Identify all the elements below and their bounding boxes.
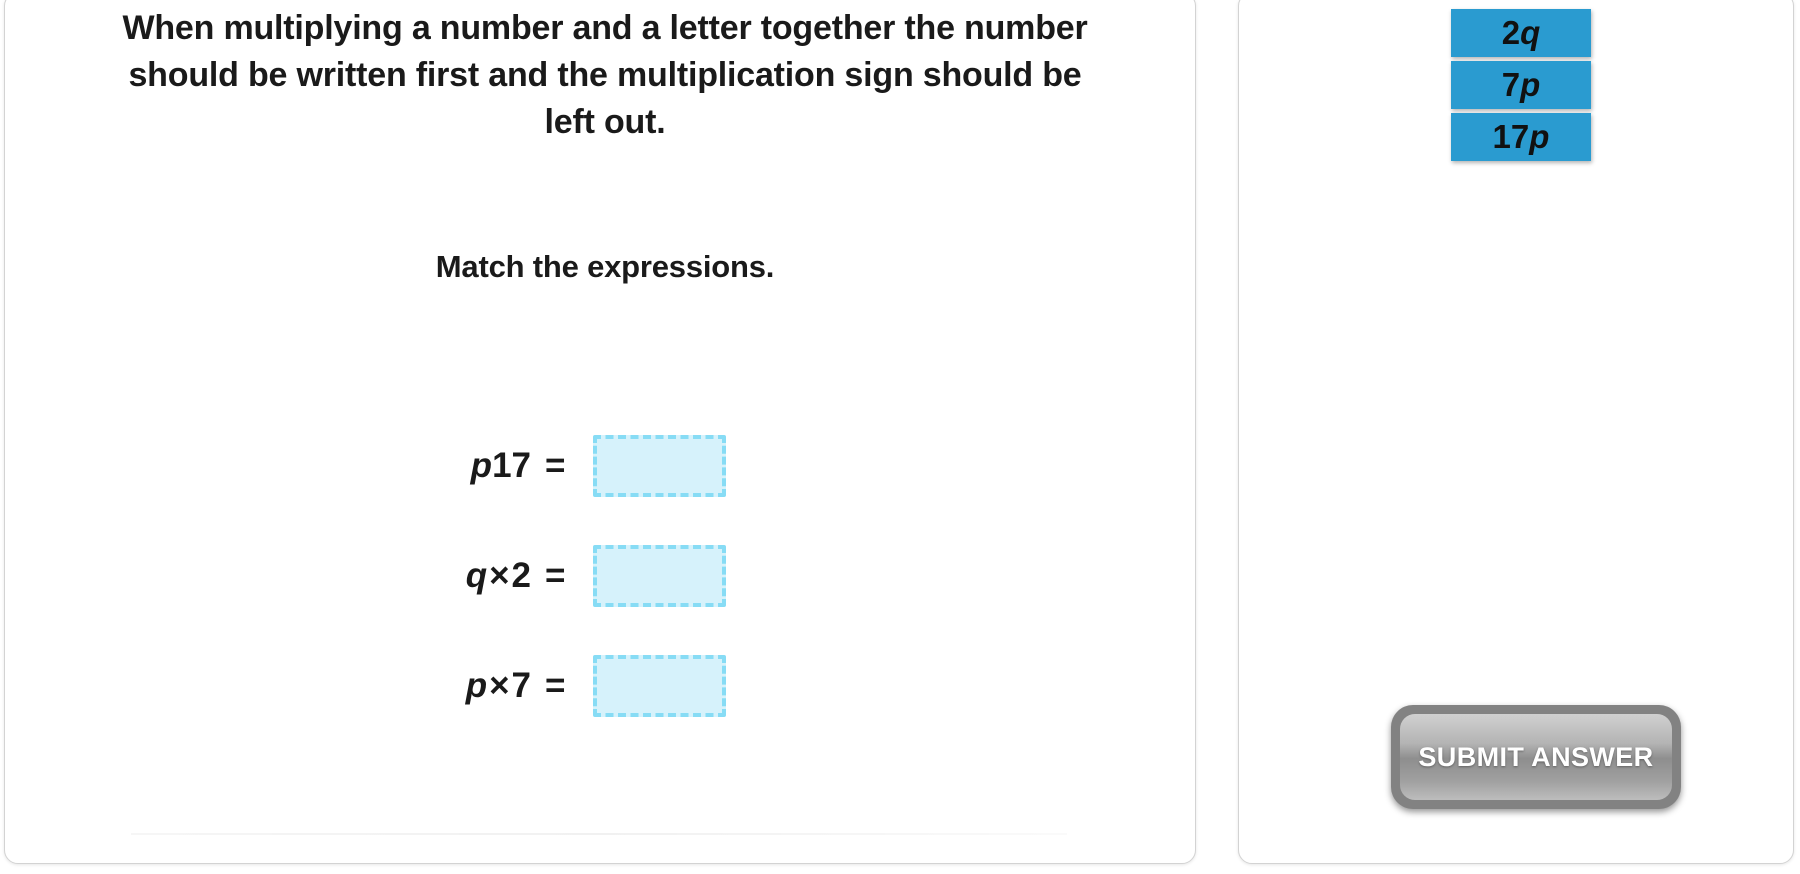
expression-row: q×2 = [5,521,1195,631]
tile-number: 17 [1492,118,1530,155]
match-prompt-text: Match the expressions. [435,249,775,284]
panel-divider [131,833,1067,835]
expression-list: p17 = q×2 = p×7 = [5,411,1195,741]
draggable-tile-7p[interactable]: 7p [1451,61,1591,109]
equals-sign: = [545,446,566,485]
dropzone-row-2[interactable] [593,545,727,607]
answer-panel: 2q 7p 17p SUBMIT ANSWER [1238,0,1794,864]
draggable-tile-17p[interactable]: 17p [1451,113,1591,161]
multiplication-sign: × [489,666,510,705]
submit-answer-button[interactable]: SUBMIT ANSWER [1391,705,1681,809]
expression-number: 2 [511,556,531,595]
activity-screen: When multiplying a number and a letter t… [0,0,1800,874]
instruction-text: When multiplying a number and a letter t… [122,9,1088,141]
expression-label: p×7 [395,666,545,706]
tile-variable: q [1520,14,1541,51]
expression-label: p17 [395,446,545,486]
expression-row: p17 = [5,411,1195,521]
expression-number: 17 [492,446,531,485]
equals-sign: = [545,556,566,595]
expression-label: q×2 [395,556,545,596]
expression-row: p×7 = [5,631,1195,741]
tile-variable: p [1520,66,1541,103]
equals-sign: = [545,666,566,705]
submit-answer-label: SUBMIT ANSWER [1418,741,1654,772]
question-panel: When multiplying a number and a letter t… [4,0,1196,864]
tile-variable: p [1529,118,1550,155]
dropzone-row-3[interactable] [593,655,727,717]
expression-number: 7 [511,666,531,705]
expression-variable: p [470,446,493,485]
dropzone-row-1[interactable] [593,435,727,497]
tile-number: 7 [1501,66,1521,103]
multiplication-sign: × [489,556,510,595]
answer-tile-tray: 2q 7p 17p [1451,9,1711,165]
tile-number: 2 [1501,14,1521,51]
submit-button-face: SUBMIT ANSWER [1400,714,1672,800]
draggable-tile-2q[interactable]: 2q [1451,9,1591,57]
expression-variable: q [465,556,488,595]
expression-variable: p [465,666,488,705]
